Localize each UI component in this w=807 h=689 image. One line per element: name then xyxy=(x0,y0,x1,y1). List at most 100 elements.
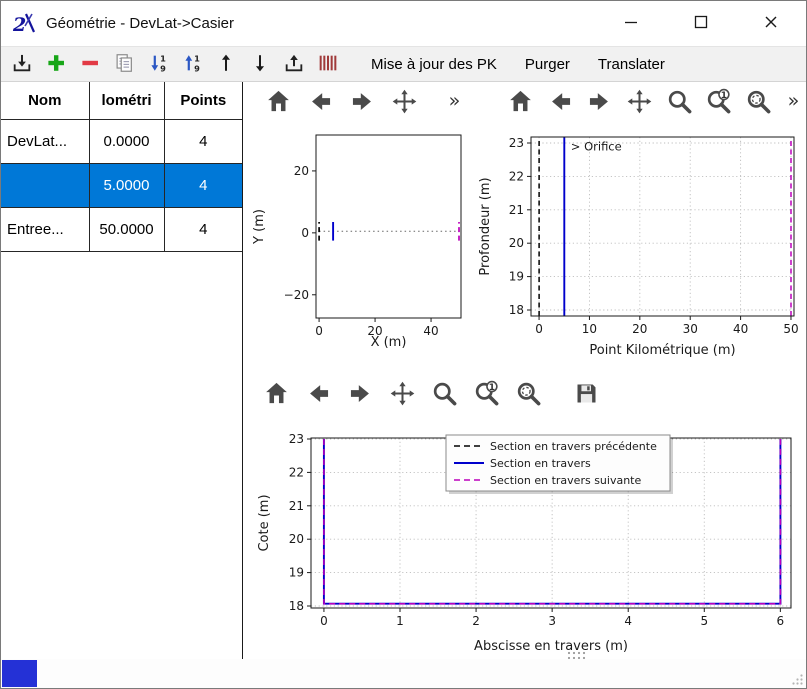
pan-icon xyxy=(389,380,416,410)
section-chart[interactable]: 0123456181920212223Abscisse en travers (… xyxy=(243,421,807,663)
add-row-button[interactable] xyxy=(43,50,69,78)
forward-button[interactable] xyxy=(347,88,377,118)
zoom-button[interactable] xyxy=(665,88,693,118)
overflow-chevron[interactable]: » xyxy=(784,88,802,118)
x-axis-label: X (m) xyxy=(371,335,407,350)
table-row[interactable]: DevLat...0.00004 xyxy=(1,119,242,163)
overflow-icon: » xyxy=(780,88,807,118)
profile-chart[interactable]: 01020304050181920212223Point Kilométriqu… xyxy=(469,124,807,369)
forward-icon xyxy=(347,380,374,410)
table-row[interactable]: Entree...50.00004 xyxy=(1,207,242,251)
profile-toolbar: 1» xyxy=(469,82,807,124)
pan-button[interactable] xyxy=(387,380,417,410)
zoom-one-button[interactable]: 1 xyxy=(705,88,733,118)
svg-text:»: » xyxy=(448,89,460,112)
import-icon xyxy=(11,52,33,77)
move-down-icon xyxy=(249,52,271,77)
zoom-region-button[interactable] xyxy=(744,88,772,118)
forward-button[interactable] xyxy=(345,380,375,410)
svg-text:40: 40 xyxy=(423,324,438,338)
svg-text:22: 22 xyxy=(509,169,524,183)
zoom-one-button[interactable]: 1 xyxy=(471,380,501,410)
annotation: > Orifice xyxy=(571,139,622,153)
home-button[interactable] xyxy=(261,380,291,410)
bottom-strip xyxy=(1,659,806,688)
copy-icon xyxy=(113,52,135,77)
svg-text:19: 19 xyxy=(509,270,524,284)
move-up-button[interactable] xyxy=(213,50,239,78)
translate-button[interactable]: Translater xyxy=(588,50,675,78)
minimize-button[interactable] xyxy=(596,1,666,46)
cell-points[interactable]: 4 xyxy=(164,163,242,207)
column-header-pk[interactable]: lométri xyxy=(89,82,164,119)
cell-nom[interactable]: Entree... xyxy=(1,207,89,251)
back-button[interactable] xyxy=(303,380,333,410)
cell-points[interactable]: 4 xyxy=(164,119,242,163)
zoom-icon xyxy=(666,88,693,118)
cell-nom[interactable] xyxy=(1,163,89,207)
back-button[interactable] xyxy=(547,88,575,118)
table-row[interactable]: 5.00004 xyxy=(1,163,242,207)
delete-row-button[interactable] xyxy=(77,50,103,78)
svg-text:2: 2 xyxy=(12,14,26,36)
home-button[interactable] xyxy=(263,88,293,118)
maximize-button[interactable] xyxy=(666,1,736,46)
svg-text:1: 1 xyxy=(396,614,404,628)
svg-text:21: 21 xyxy=(289,499,304,513)
export-button[interactable] xyxy=(281,50,307,78)
cell-pk[interactable]: 50.0000 xyxy=(89,207,164,251)
save-button[interactable] xyxy=(571,380,601,410)
titlebar: 2 Géométrie - DevLat->Casier xyxy=(1,1,806,46)
cell-pk[interactable]: 5.0000 xyxy=(89,163,164,207)
resize-grip-icon[interactable] xyxy=(791,673,804,686)
svg-text:2: 2 xyxy=(472,614,480,628)
cell-pk[interactable]: 0.0000 xyxy=(89,119,164,163)
pan-icon xyxy=(626,88,653,118)
svg-text:23: 23 xyxy=(289,432,304,446)
svg-text:23: 23 xyxy=(509,136,524,150)
zoom-button[interactable] xyxy=(429,380,459,410)
svg-text:0: 0 xyxy=(535,322,543,336)
section-toolbar: 1 xyxy=(243,369,807,421)
move-down-button[interactable] xyxy=(247,50,273,78)
back-icon xyxy=(305,380,332,410)
column-header-nom[interactable]: Nom xyxy=(1,82,89,119)
sort-descending-button[interactable]: 19 xyxy=(145,50,171,78)
zoom-one-icon: 1 xyxy=(705,88,732,118)
plan-chart[interactable]: 02040−20020X (m)Y (m) xyxy=(243,124,469,369)
interpolate-button[interactable] xyxy=(315,50,341,78)
notes-button[interactable] xyxy=(111,50,137,78)
pan-button[interactable] xyxy=(389,88,419,118)
svg-text:0: 0 xyxy=(320,614,328,628)
minimize-icon xyxy=(619,10,643,37)
svg-text:3: 3 xyxy=(548,614,556,628)
x-axis-label: Point Kilométrique (m) xyxy=(589,343,735,358)
pan-icon xyxy=(391,88,418,118)
window-title: Géométrie - DevLat->Casier xyxy=(46,15,234,32)
purge-button[interactable]: Purger xyxy=(515,50,580,78)
home-button[interactable] xyxy=(507,88,535,118)
y-axis-label: Profondeur (m) xyxy=(478,177,493,275)
home-icon xyxy=(507,88,534,118)
back-button[interactable] xyxy=(305,88,335,118)
import-button[interactable] xyxy=(9,50,35,78)
svg-text:30: 30 xyxy=(683,322,698,336)
sort-ascending-button[interactable]: 19 xyxy=(179,50,205,78)
home-icon xyxy=(263,380,290,410)
svg-text:20: 20 xyxy=(289,532,304,546)
update-pk-button[interactable]: Mise à jour des PK xyxy=(361,50,507,78)
cell-nom[interactable]: DevLat... xyxy=(1,119,89,163)
forward-button[interactable] xyxy=(586,88,614,118)
close-button[interactable] xyxy=(736,1,806,46)
zoom-region-icon xyxy=(515,380,542,410)
overflow-chevron[interactable]: » xyxy=(445,88,463,118)
pan-button[interactable] xyxy=(626,88,654,118)
zoom-region-icon xyxy=(745,88,772,118)
sections-table-panel: NomlométriPoints DevLat...0.000045.00004… xyxy=(1,82,243,661)
cell-points[interactable]: 4 xyxy=(164,207,242,251)
zoom-region-button[interactable] xyxy=(513,380,543,410)
column-header-points[interactable]: Points xyxy=(164,82,242,119)
svg-text:20: 20 xyxy=(294,164,309,178)
forward-icon xyxy=(586,88,613,118)
svg-text:9: 9 xyxy=(194,63,200,73)
